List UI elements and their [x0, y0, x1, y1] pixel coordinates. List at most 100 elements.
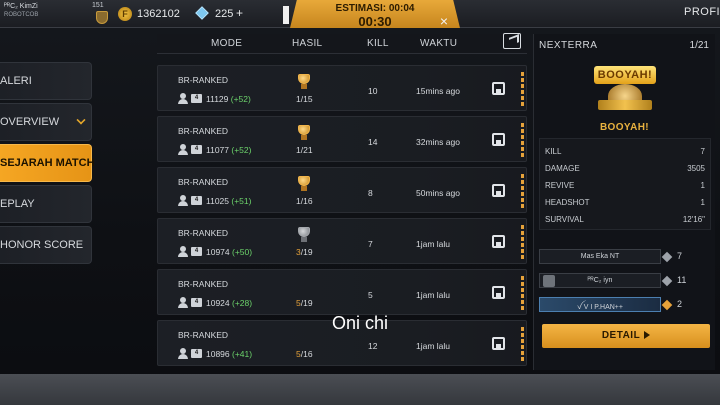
match-mode: BR-RANKED: [178, 228, 229, 238]
squad-size-badge: 4: [191, 349, 202, 358]
save-replay-icon[interactable]: [492, 184, 505, 197]
match-index: 1/21: [689, 40, 709, 51]
topbar-divider: [283, 6, 289, 24]
rank-points-delta: (+41): [232, 349, 253, 359]
teammate-kills: 2: [677, 299, 683, 309]
table-row[interactable]: BR-RANKED 4 10974 (+50) 3/19 7 1jam lalu: [157, 218, 527, 264]
placement: 5/19: [296, 298, 313, 308]
save-replay-icon[interactable]: [492, 82, 505, 95]
person-icon: [178, 297, 188, 308]
cancel-matchmaking-close-icon[interactable]: ×: [437, 14, 451, 28]
trophy-icon: [296, 74, 312, 90]
gold-value: 1362102: [137, 8, 180, 20]
placement: 1/15: [296, 94, 313, 104]
placement: 1/16: [296, 196, 313, 206]
teammate-row[interactable]: ꪜ V I P.HAN++: [539, 297, 661, 312]
kill-icon: [661, 275, 673, 287]
match-mode: BR-RANKED: [178, 126, 229, 136]
diamond-icon: [195, 6, 209, 20]
booyah-logo-text: BOOYAH!: [594, 66, 656, 84]
table-row[interactable]: BR-RANKED 4 11077 (+52) 1/21 14 32mins ago: [157, 116, 527, 162]
add-diamond-button[interactable]: +: [236, 6, 243, 20]
squad-size-badge: 4: [191, 145, 202, 154]
column-header-kill: KILL: [367, 38, 389, 49]
person-icon: [178, 348, 188, 359]
save-replay-icon[interactable]: [492, 235, 505, 248]
column-header-hasil: HASIL: [292, 38, 323, 49]
save-replay-icon[interactable]: [492, 337, 505, 350]
chevron-down-icon: [76, 115, 86, 125]
match-mode: BR-RANKED: [178, 75, 229, 85]
rank-points: 10896 (+41): [206, 349, 252, 359]
rank-points-delta: (+52): [231, 145, 252, 155]
table-row[interactable]: BR-RANKED 4 11129 (+52) 1/15 10 15mins ago: [157, 65, 527, 111]
column-header-mode: MODE: [211, 38, 243, 49]
match-history-screen: ᴾᴿC₂ KimZi ROBOTCOB 151 F 1362102 225 + …: [0, 0, 720, 405]
rank-points-delta: (+50): [232, 247, 253, 257]
kill-icon: [661, 251, 673, 263]
trophy-icon: [296, 176, 312, 192]
player-chip[interactable]: ᴾᴿC₂ KimZi ROBOTCOB: [4, 2, 38, 20]
player-sub: ROBOTCOB: [4, 12, 39, 18]
table-row[interactable]: BR-RANKED 4 10924 (+28) 5/19 5 1jam lalu: [157, 269, 527, 315]
kill-count: 7: [368, 239, 373, 249]
stat-value: 1: [700, 198, 705, 207]
share-icon[interactable]: [503, 33, 521, 49]
rank-points-delta: (+28): [232, 298, 253, 308]
estimasi-label: ESTIMASI: 00:04: [335, 3, 415, 14]
teammate-row[interactable]: Mas Eka NT: [539, 249, 661, 264]
match-table-header: MODE HASIL KILL WAKTU: [157, 34, 527, 54]
save-replay-icon[interactable]: [492, 286, 505, 299]
rank-points: 11025 (+51): [206, 196, 251, 206]
diamond-value: 225: [215, 8, 234, 20]
profile-tab[interactable]: PROFI: [684, 6, 720, 18]
save-replay-icon[interactable]: [492, 133, 505, 146]
row-stripe: [521, 123, 524, 157]
kill-count: 10: [368, 86, 378, 96]
bottom-bar: [0, 374, 720, 405]
teammate-kills: 7: [677, 251, 683, 261]
row-stripe: [521, 276, 524, 310]
teammate-row[interactable]: ᴾᴿC₂ iyn: [539, 273, 661, 288]
rank-points: 11077 (+52): [206, 145, 251, 155]
kill-count: 8: [368, 188, 373, 198]
sidebar-item-honor-score[interactable]: HONOR SCORE: [0, 226, 92, 264]
rank-points-delta: (+51): [231, 196, 252, 206]
trophy-icon: [296, 125, 312, 141]
rank-points-value: 10974: [206, 247, 230, 257]
matchmaking-timer: 00:30: [358, 14, 392, 29]
sidebar-item-replay[interactable]: EPLAY: [0, 185, 92, 223]
stat-value: 7: [700, 147, 705, 156]
matchmaking-estimate: ESTIMASI: 00:04 00:30: [290, 0, 460, 28]
rank-points: 10924 (+28): [206, 298, 252, 308]
match-time: 15mins ago: [416, 86, 460, 96]
teammate-name: Mas Eka NT: [580, 253, 620, 260]
placement-total: /19: [300, 298, 313, 308]
player-level: 151: [92, 2, 104, 9]
row-stripe: [521, 225, 524, 259]
top-bar: ᴾᴿC₂ KimZi ROBOTCOB 151 F 1362102 225 + …: [0, 0, 720, 28]
stat-label: DAMAGE: [545, 164, 580, 173]
placement-total: /19: [300, 247, 313, 257]
sidebar-item-label: ALERI: [0, 75, 32, 87]
sidebar-item-overview[interactable]: OVERVIEW: [0, 103, 92, 141]
video-caption: Oni chi: [331, 313, 389, 333]
table-row[interactable]: BR-RANKED 4 11025 (+51) 1/16 8 50mins ago: [157, 167, 527, 213]
rank-points-delta: (+52): [230, 94, 251, 104]
sidebar-item-sejarah-match[interactable]: SEJARAH MATCH: [0, 144, 95, 182]
placement-total: /16: [300, 349, 313, 359]
squad-size-badge: 4: [191, 196, 202, 205]
rank-points-value: 11077: [206, 145, 230, 155]
stat-value: 3505: [687, 164, 705, 173]
player-name: ᴾᴿC₂ KimZi: [4, 3, 38, 10]
trophy-icon: [296, 227, 312, 243]
match-mode: BR-RANKED: [178, 279, 229, 289]
sidebar-item-galeri[interactable]: ALERI: [0, 62, 92, 100]
rank-points-value: 11129: [206, 94, 229, 104]
placement-total: /15: [300, 94, 313, 104]
person-icon: [178, 144, 188, 155]
match-time: 1jam lalu: [416, 341, 451, 351]
kill-count: 14: [368, 137, 378, 147]
kill-count: 12: [368, 341, 378, 351]
column-header-waktu: WAKTU: [420, 38, 458, 49]
